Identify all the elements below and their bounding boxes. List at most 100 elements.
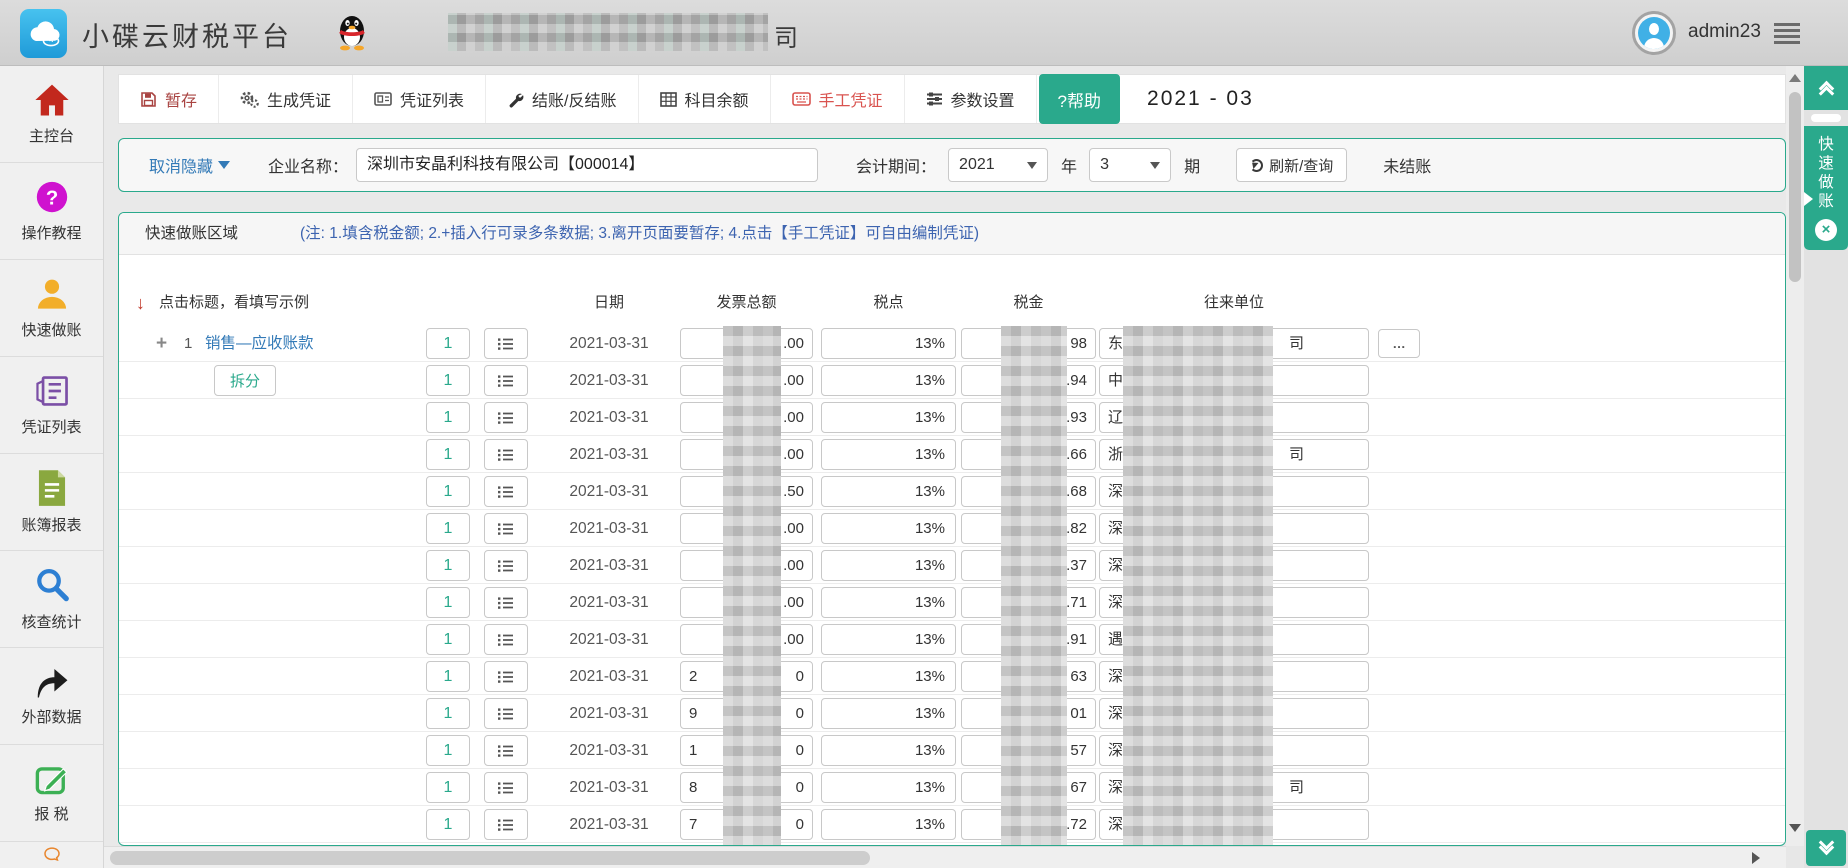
tax-rate-input[interactable]: 13% [821, 735, 956, 766]
row-count-button[interactable]: 1 [426, 365, 470, 396]
tax-rate-input[interactable]: 13% [821, 587, 956, 618]
sidebar-item-dashboard[interactable]: 主控台 [0, 66, 103, 163]
date-cell[interactable]: 2021-03-31 [539, 547, 679, 584]
row-count-button[interactable]: 1 [426, 698, 470, 729]
column-header-date[interactable]: 日期 [539, 283, 679, 323]
detail-list-button[interactable] [484, 661, 528, 692]
generate-voucher-button[interactable]: 生成凭证 [219, 75, 353, 123]
date-cell[interactable]: 2021-03-31 [539, 584, 679, 621]
tax-rate-input[interactable]: 13% [821, 809, 956, 840]
date-cell[interactable]: 2021-03-31 [539, 399, 679, 436]
tax-rate-input[interactable]: 13% [821, 402, 956, 433]
detail-list-button[interactable] [484, 365, 528, 396]
row-count-button[interactable]: 1 [426, 624, 470, 655]
tax-rate-input[interactable]: 13% [821, 476, 956, 507]
cancel-hide-link[interactable]: 取消隐藏 [149, 153, 230, 177]
header-hint[interactable]: 点击标题，看填写示例 [159, 283, 309, 323]
date-cell[interactable]: 2021-03-31 [539, 732, 679, 769]
column-header-tax-rate[interactable]: 税点 [821, 283, 956, 323]
sidebar-item-ledger-reports[interactable]: 账簿报表 [0, 454, 103, 551]
sidebar-item-quick-accounting[interactable]: 快速做账 [0, 260, 103, 357]
tax-rate-input[interactable]: 13% [821, 550, 956, 581]
detail-list-button[interactable] [484, 513, 528, 544]
date-cell[interactable]: 2021-03-31 [539, 473, 679, 510]
date-cell[interactable]: 2021-03-31 [539, 695, 679, 732]
date-cell[interactable]: 2021-03-31 [539, 325, 679, 362]
avatar[interactable] [1632, 11, 1676, 55]
tax-rate-input[interactable]: 13% [821, 439, 956, 470]
sidebar-item-tax-filing[interactable]: 报 税 [0, 745, 103, 842]
help-button[interactable]: ?帮助 [1039, 74, 1120, 124]
year-select[interactable]: 2021 [948, 148, 1048, 182]
sidebar-item-customer-service[interactable] [0, 842, 103, 868]
detail-list-button[interactable] [484, 402, 528, 433]
tax-rate-input[interactable]: 13% [821, 661, 956, 692]
sidebar-item-audit-statistics[interactable]: 核查统计 [0, 551, 103, 648]
detail-list-button[interactable] [484, 476, 528, 507]
row-count-button[interactable]: 1 [426, 513, 470, 544]
save-draft-button[interactable]: 暂存 [119, 75, 219, 123]
horizontal-scrollbar[interactable] [104, 846, 1786, 868]
detail-list-button[interactable] [484, 735, 528, 766]
qq-penguin-icon[interactable] [336, 11, 368, 56]
column-header-counterparty[interactable]: 往来单位 [1099, 283, 1369, 323]
tax-rate-input[interactable]: 13% [821, 624, 956, 655]
tax-rate-input[interactable]: 13% [821, 328, 956, 359]
tax-rate-input[interactable]: 13% [821, 513, 956, 544]
account-balance-button[interactable]: 科目余额 [639, 75, 771, 123]
row-count-button[interactable]: 1 [426, 587, 470, 618]
username[interactable]: admin23 [1688, 21, 1761, 43]
quick-accounting-tab[interactable]: 快速做账 × [1804, 126, 1848, 250]
detail-list-button[interactable] [484, 772, 528, 803]
refresh-query-button[interactable]: 刷新/查询 [1236, 148, 1347, 182]
row-count-button[interactable]: 1 [426, 550, 470, 581]
date-cell[interactable]: 2021-03-31 [539, 436, 679, 473]
detail-list-button[interactable] [484, 624, 528, 655]
date-cell[interactable]: 2021-03-31 [539, 769, 679, 806]
month-select[interactable]: 3 [1089, 148, 1171, 182]
row-count-button[interactable]: 1 [426, 476, 470, 507]
date-cell[interactable]: 2021-03-31 [539, 658, 679, 695]
parameter-settings-button[interactable]: 参数设置 [905, 75, 1037, 123]
closing-button[interactable]: 结账/反结账 [486, 75, 638, 123]
scroll-right-icon[interactable] [1752, 852, 1760, 864]
detail-list-button[interactable] [484, 587, 528, 618]
vertical-scrollbar[interactable] [1786, 66, 1804, 846]
company-name-input[interactable]: 深圳市安晶利科技有限公司【000014】 [356, 148, 818, 182]
row-count-button[interactable]: 1 [426, 661, 470, 692]
tax-rate-input[interactable]: 13% [821, 772, 956, 803]
scroll-up-icon[interactable] [1789, 74, 1801, 82]
detail-list-button[interactable] [484, 698, 528, 729]
close-icon[interactable]: × [1815, 219, 1837, 241]
row-count-button[interactable]: 1 [426, 772, 470, 803]
split-button[interactable]: 拆分 [214, 365, 276, 396]
sidebar-item-tutorial[interactable]: ? 操作教程 [0, 163, 103, 260]
vertical-scroll-thumb[interactable] [1789, 92, 1801, 282]
scroll-down-icon[interactable] [1789, 824, 1801, 832]
row-count-button[interactable]: 1 [426, 402, 470, 433]
tax-rate-input[interactable]: 13% [821, 698, 956, 729]
menu-icon[interactable] [1774, 23, 1800, 47]
date-cell[interactable]: 2021-03-31 [539, 806, 679, 843]
more-options-button[interactable]: … [1378, 329, 1420, 358]
detail-list-button[interactable] [484, 550, 528, 581]
date-cell[interactable]: 2021-03-31 [539, 621, 679, 658]
row-count-button[interactable]: 1 [426, 809, 470, 840]
date-cell[interactable]: 2021-03-31 [539, 362, 679, 399]
horizontal-scroll-thumb[interactable] [110, 851, 870, 865]
row-count-button[interactable]: 1 [426, 735, 470, 766]
detail-list-button[interactable] [484, 328, 528, 359]
scroll-to-bottom-button[interactable] [1806, 830, 1846, 866]
sidebar-item-voucher-list[interactable]: 凭证列表 [0, 357, 103, 454]
column-header-invoice-total[interactable]: 发票总额 [680, 283, 813, 323]
voucher-list-button[interactable]: 凭证列表 [353, 75, 486, 123]
account-link[interactable]: 销售—应收账款 [205, 325, 314, 362]
sidebar-item-external-data[interactable]: 外部数据 [0, 648, 103, 745]
row-count-button[interactable]: 1 [426, 328, 470, 359]
row-count-button[interactable]: 1 [426, 439, 470, 470]
collapse-panel-button[interactable] [1804, 66, 1848, 110]
manual-voucher-button[interactable]: 手工凭证 [771, 75, 905, 123]
date-cell[interactable]: 2021-03-31 [539, 510, 679, 547]
column-header-tax[interactable]: 税金 [961, 283, 1096, 323]
detail-list-button[interactable] [484, 439, 528, 470]
